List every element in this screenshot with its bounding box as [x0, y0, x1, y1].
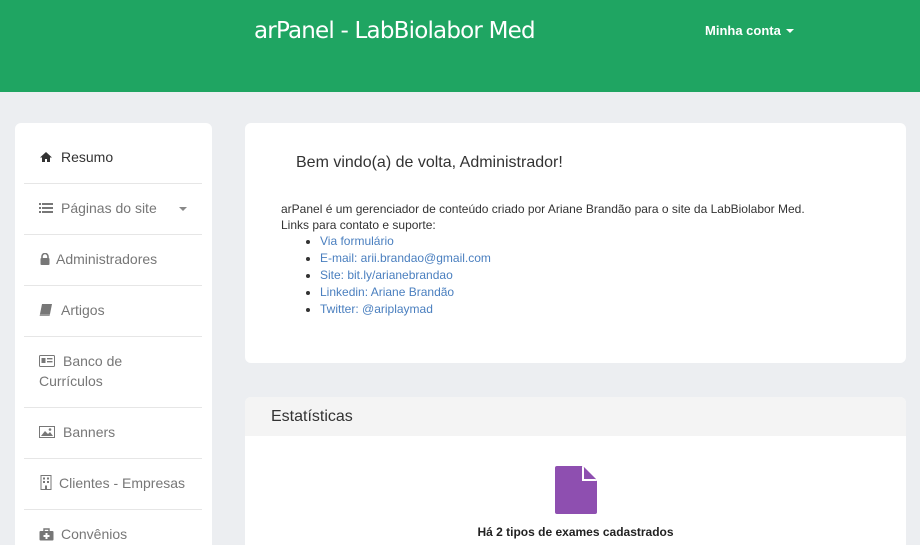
book-icon	[39, 304, 52, 316]
document-icon	[555, 466, 597, 514]
sidebar-item-banners[interactable]: Banners	[24, 408, 202, 459]
sidebar-item-label: Banners	[63, 424, 116, 440]
sidebar-item-curriculos[interactable]: Banco de Currículos	[24, 337, 202, 408]
list-item: Via formulário	[304, 233, 491, 250]
sidebar-item-label: Convênios	[61, 526, 128, 542]
sidebar-item-label-line2: Currículos	[39, 373, 103, 389]
list-icon	[39, 203, 53, 213]
sidebar-item-label-line1: Banco de	[63, 353, 123, 369]
id-card-icon	[39, 355, 55, 367]
sidebar-item-label: Clientes - Empresas	[59, 475, 186, 491]
sidebar-item-artigos[interactable]: Artigos	[24, 286, 202, 337]
stats-panel: Estatísticas Há 2 tipos de exames cadast…	[245, 397, 906, 545]
chevron-down-icon	[179, 207, 187, 211]
support-links-list: Via formulário E-mail: arii.brandao@gmai…	[304, 233, 491, 318]
top-navbar: arPanel - LabBiolabor Med Minha conta	[0, 0, 920, 92]
sidebar-item-label: Administradores	[56, 251, 158, 267]
link-twitter[interactable]: Twitter: @ariplaymad	[320, 302, 433, 316]
home-icon	[40, 152, 52, 162]
link-site[interactable]: Site: bit.ly/arianebrandao	[320, 268, 453, 282]
account-dropdown[interactable]: Minha conta	[705, 23, 794, 38]
list-item: Site: bit.ly/arianebrandao	[304, 267, 491, 284]
sidebar-item-administradores[interactable]: Administradores	[24, 235, 202, 286]
welcome-panel: Bem vindo(a) de volta, Administrador! ar…	[245, 123, 906, 363]
list-item: Linkedin: Ariane Brandão	[304, 284, 491, 301]
building-icon	[40, 475, 52, 490]
lock-icon	[40, 253, 50, 265]
image-icon	[39, 426, 55, 438]
link-email[interactable]: E-mail: arii.brandao@gmail.com	[320, 251, 491, 265]
links-intro: Links para contato e suporte:	[281, 218, 436, 232]
list-item: Twitter: @ariplaymad	[304, 301, 491, 318]
sidebar-item-convenios[interactable]: Convênios	[24, 510, 202, 545]
description-text: arPanel é um gerenciador de conteúdo cri…	[281, 202, 805, 216]
sidebar-item-label: Artigos	[61, 302, 105, 318]
sidebar-item-label: Páginas do site	[61, 200, 157, 216]
caret-down-icon	[785, 29, 794, 33]
sidebar-item-label: Resumo	[61, 149, 114, 165]
sidebar: Resumo Páginas do site Administradores A…	[15, 123, 212, 545]
link-form[interactable]: Via formulário	[320, 234, 394, 248]
sidebar-item-clientes[interactable]: Clientes - Empresas	[24, 459, 202, 510]
welcome-description: arPanel é um gerenciador de conteúdo cri…	[281, 201, 805, 233]
list-item: E-mail: arii.brandao@gmail.com	[304, 250, 491, 267]
account-label: Minha conta	[705, 23, 781, 38]
brand-title[interactable]: arPanel - LabBiolabor Med	[254, 18, 536, 44]
sidebar-item-resumo[interactable]: Resumo	[24, 123, 202, 184]
welcome-title: Bem vindo(a) de volta, Administrador!	[296, 154, 563, 171]
stats-title: Estatísticas	[245, 397, 906, 436]
medkit-icon	[39, 528, 54, 541]
sidebar-item-paginas[interactable]: Páginas do site	[24, 184, 202, 235]
exam-types-count: Há 2 tipos de exames cadastrados	[477, 525, 674, 539]
link-linkedin[interactable]: Linkedin: Ariane Brandão	[320, 285, 454, 299]
